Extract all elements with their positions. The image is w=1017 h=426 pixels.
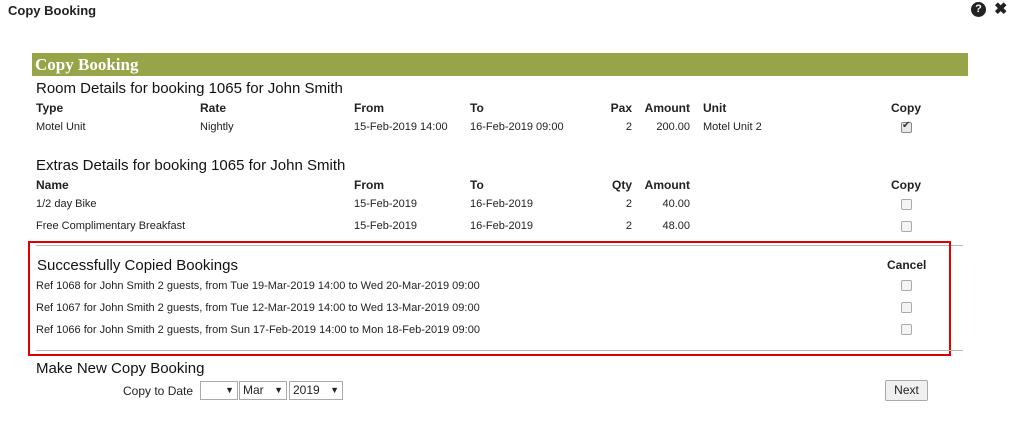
next-button[interactable]: Next xyxy=(885,380,928,401)
cancel-checkbox[interactable] xyxy=(901,280,912,291)
copied-bookings-title: Successfully Copied Bookings xyxy=(37,257,238,274)
dialog-title: Copy Booking xyxy=(8,3,97,18)
cancel-checkbox[interactable] xyxy=(901,302,912,313)
copy-to-date-label: Copy to Date xyxy=(123,384,194,398)
room-header-unit: Unit xyxy=(703,101,727,115)
extra-copy-checkbox[interactable] xyxy=(901,199,912,210)
month-value: Mar xyxy=(243,383,264,397)
room-unit: Motel Unit 2 xyxy=(703,121,762,133)
room-header-from: From xyxy=(354,101,384,115)
year-value: 2019 xyxy=(293,383,320,397)
extras-details-title: Extras Details for booking 1065 for John… xyxy=(36,157,346,174)
copied-booking-item: Ref 1067 for John Smith 2 guests, from T… xyxy=(36,302,480,314)
copied-booking-item: Ref 1066 for John Smith 2 guests, from S… xyxy=(36,324,480,336)
copied-header-cancel: Cancel xyxy=(887,258,927,272)
extra-name: 1/2 day Bike xyxy=(36,198,97,210)
section-banner: Copy Booking xyxy=(32,53,968,76)
room-to: 16-Feb-2019 09:00 xyxy=(470,121,564,133)
dropdown-arrow-icon: ▼ xyxy=(225,385,234,395)
extras-header-from: From xyxy=(354,178,384,192)
room-header-pax: Pax xyxy=(610,101,632,115)
dropdown-arrow-icon: ▼ xyxy=(274,385,283,395)
new-copy-title: Make New Copy Booking xyxy=(36,360,205,377)
dropdown-arrow-icon: ▼ xyxy=(330,385,339,395)
help-icon[interactable]: ? xyxy=(971,2,986,17)
room-rate: Nightly xyxy=(200,121,234,133)
extras-header-qty: Qty xyxy=(611,178,632,192)
room-copy-checkbox[interactable] xyxy=(901,120,912,133)
extras-header-copy: Copy xyxy=(891,178,921,192)
extra-copy-checkbox[interactable] xyxy=(901,221,912,232)
extras-header-name: Name xyxy=(36,178,69,192)
room-type: Motel Unit xyxy=(36,121,86,133)
extra-name: Free Complimentary Breakfast xyxy=(36,220,186,232)
close-icon[interactable]: ✖ xyxy=(994,1,1007,19)
room-details-title: Room Details for booking 1065 for John S… xyxy=(36,80,343,97)
extra-qty: 2 xyxy=(625,198,632,210)
month-select[interactable]: Mar ▼ xyxy=(239,381,287,400)
room-header-amount: Amount xyxy=(644,101,690,115)
copied-booking-item: Ref 1068 for John Smith 2 guests, from T… xyxy=(36,280,480,292)
extra-to: 16-Feb-2019 xyxy=(470,220,533,232)
extras-header-amount: Amount xyxy=(644,178,690,192)
day-select[interactable]: ▼ xyxy=(200,381,238,400)
extra-to: 16-Feb-2019 xyxy=(470,198,533,210)
extra-amount: 40.00 xyxy=(662,198,690,210)
year-select[interactable]: 2019 ▼ xyxy=(289,381,343,400)
room-header-to: To xyxy=(470,101,484,115)
room-from: 15-Feb-2019 14:00 xyxy=(354,121,448,133)
room-header-copy: Copy xyxy=(891,101,921,115)
extra-qty: 2 xyxy=(625,220,632,232)
cancel-checkbox[interactable] xyxy=(901,324,912,335)
extra-from: 15-Feb-2019 xyxy=(354,220,417,232)
extra-amount: 48.00 xyxy=(662,220,690,232)
extra-from: 15-Feb-2019 xyxy=(354,198,417,210)
room-pax: 2 xyxy=(625,121,632,133)
room-header-rate: Rate xyxy=(200,101,227,115)
room-amount: 200.00 xyxy=(656,121,690,133)
divider xyxy=(36,350,963,351)
extras-header-to: To xyxy=(470,178,484,192)
room-header-type: Type xyxy=(36,101,64,115)
